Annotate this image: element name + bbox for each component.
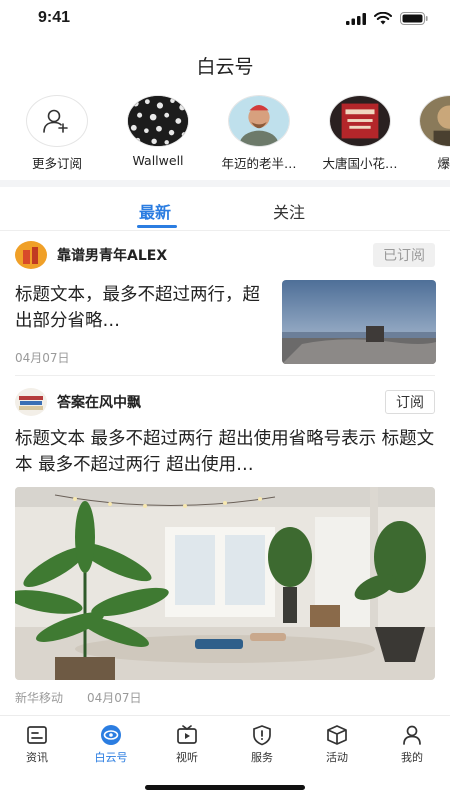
home-indicator[interactable] [145,785,305,790]
battery-icon [400,12,428,25]
subscription-item-datang[interactable]: 大唐国小花… [315,95,405,172]
bottom-tab-bar: 资讯 白云号 视听 服务 活动 我的 [0,715,450,770]
feed-item[interactable]: 靠谱男青年ALEX 已订阅 标题文本，最多不超过两行，超出部分省略… 04月07… [0,232,450,376]
tab-underline [137,225,177,228]
avatar [419,95,450,147]
bottom-tab-label: 资讯 [26,751,48,764]
avatar [127,95,189,147]
add-user-icon [26,95,88,147]
bottom-tab-service[interactable]: 服务 [237,724,287,765]
feed-tabs: 最新 关注 [0,187,450,231]
item-title[interactable]: 标题文本 最多不超过两行 超出使用省略号表示 标题文本 最多不超过两行 超出使用… [15,426,435,478]
wifi-icon [374,12,392,25]
author-row[interactable]: 靠谱男青年ALEX [15,241,167,269]
item-date: 04月07日 [87,691,142,705]
shield-icon [253,725,271,746]
subscribe-button[interactable]: 订阅 [385,390,435,414]
author-name: 靠谱男青年ALEX [57,248,168,264]
author-name: 答案在风中飘 [57,395,141,411]
bottom-tab-activity[interactable]: 活动 [312,724,362,765]
avatar [15,241,47,269]
status-icons [346,12,428,25]
page-title: 白云号 [196,55,254,78]
tv-icon [177,725,197,744]
bottom-tab-label: 白云号 [94,751,128,764]
more-subscriptions-button[interactable]: 更多订阅 [12,95,102,172]
subscription-item-wallwell[interactable]: Wallwell [113,95,203,168]
item-thumbnail[interactable] [282,280,436,364]
subscribed-button[interactable]: 已订阅 [373,243,435,267]
box-icon [327,725,347,745]
subscription-label: Wallwell [132,153,184,168]
tab-follow[interactable]: 关注 [273,199,305,223]
avatar [228,95,290,147]
item-title[interactable]: 标题文本，最多不超过两行，超出部分省略… [15,282,265,334]
subscription-label: 大唐国小花… [322,156,398,171]
bottom-tab-baiyunhao[interactable]: 白云号 [86,724,136,765]
item-image[interactable] [15,487,435,680]
bottom-tab-news[interactable]: 资讯 [12,724,62,765]
subscription-row[interactable]: 更多订阅 Wallwell 年迈的老半… 大唐国小花… 爆 [0,95,450,180]
section-divider [0,180,450,187]
subscription-label: 更多订阅 [31,156,82,171]
nav-bar: 白云号 [0,40,450,90]
subscription-label: 爆炸 [437,156,450,171]
item-source: 新华移动 [15,691,64,705]
status-bar: 9:41 [0,0,450,40]
person-icon [403,725,421,745]
eye-icon [101,725,121,745]
bottom-tab-label: 服务 [251,751,273,764]
feed-item[interactable]: 答案在风中飘 订阅 标题文本 最多不超过两行 超出使用省略号表示 标题文本 最多… [0,376,450,714]
avatar [329,95,391,147]
news-icon [27,726,47,744]
item-date: 04月07日 [15,351,70,365]
tab-latest[interactable]: 最新 [139,199,171,223]
subscription-item-partial[interactable]: 爆炸 [405,95,450,172]
subscription-item-old-man[interactable]: 年迈的老半… [214,95,304,172]
bottom-tab-label: 我的 [401,751,423,764]
bottom-tab-label: 活动 [326,751,348,764]
subscription-label: 年迈的老半… [221,156,297,171]
author-row[interactable]: 答案在风中飘 [15,388,141,416]
avatar [15,388,47,416]
bottom-tab-label: 视听 [176,751,198,764]
signal-icon [346,12,366,25]
bottom-tab-video[interactable]: 视听 [162,724,212,765]
status-time: 9:41 [38,9,71,26]
bottom-tab-me[interactable]: 我的 [387,724,437,765]
